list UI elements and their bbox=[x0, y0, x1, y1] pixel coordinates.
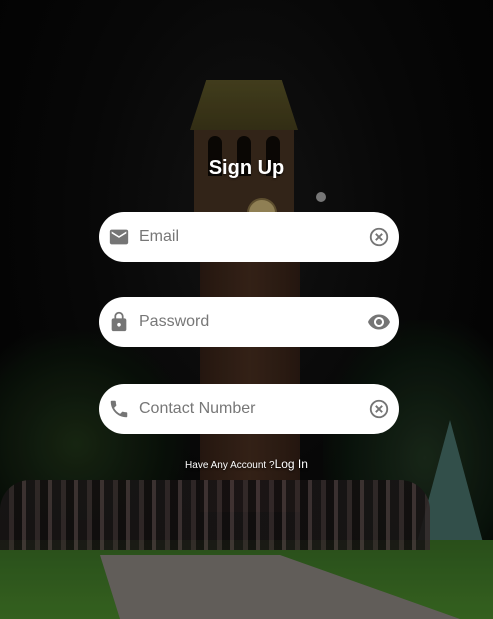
email-icon bbox=[99, 226, 139, 248]
password-field[interactable] bbox=[99, 297, 399, 347]
have-account-text: Have Any Account ? bbox=[185, 460, 275, 471]
eye-icon[interactable] bbox=[359, 310, 399, 334]
password-input[interactable] bbox=[139, 297, 359, 347]
login-prompt: Have Any Account ?Log In bbox=[0, 455, 493, 473]
email-input[interactable] bbox=[139, 212, 359, 262]
lock-icon bbox=[99, 311, 139, 333]
email-field[interactable] bbox=[99, 212, 399, 262]
contact-number-field[interactable] bbox=[99, 384, 399, 434]
clear-icon[interactable] bbox=[359, 226, 399, 248]
login-link[interactable]: Log In bbox=[275, 457, 308, 471]
phone-icon bbox=[99, 398, 139, 420]
page-title: Sign Up bbox=[208, 157, 285, 179]
contact-number-input[interactable] bbox=[139, 384, 359, 434]
clear-icon[interactable] bbox=[359, 398, 399, 420]
